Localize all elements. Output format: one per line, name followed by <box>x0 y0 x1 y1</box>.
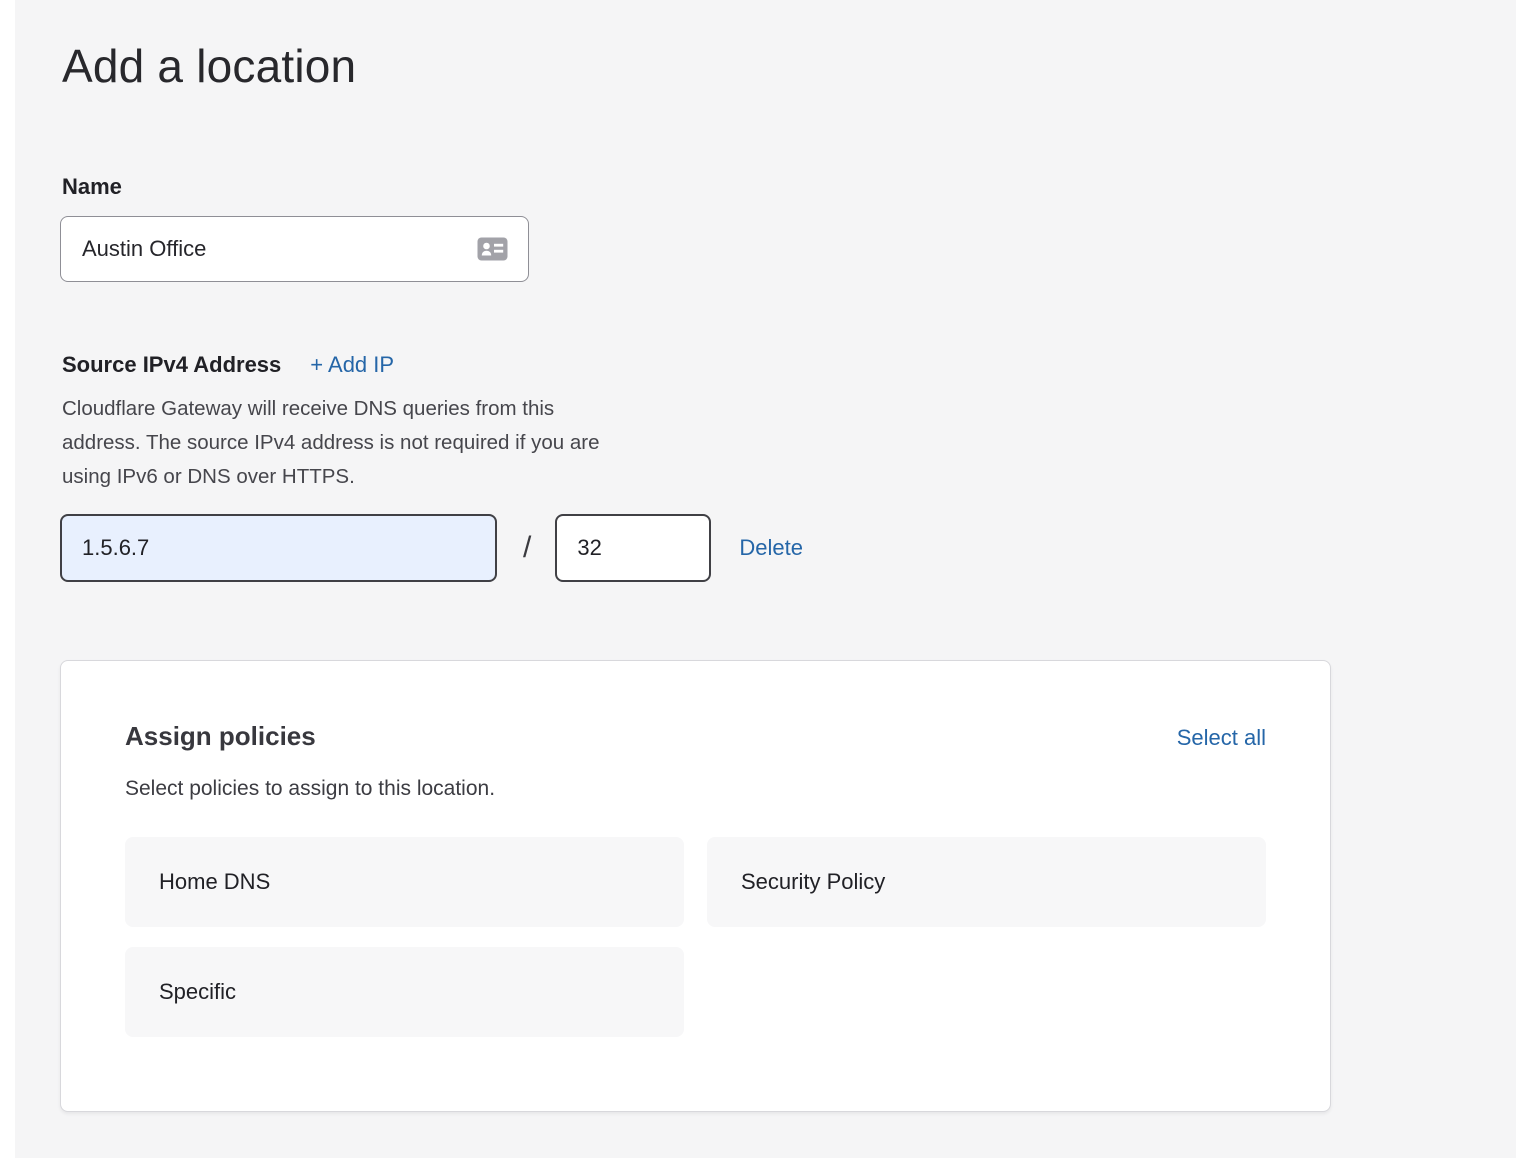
add-ip-link[interactable]: + Add IP <box>310 352 394 378</box>
select-all-link[interactable]: Select all <box>1177 725 1266 751</box>
delete-ip-link[interactable]: Delete <box>739 535 803 561</box>
ip-entry-row: / Delete <box>60 514 1516 582</box>
add-location-form: Add a location Name Source IPv4 Address … <box>0 0 1516 1112</box>
source-ip-description: Cloudflare Gateway will receive DNS quer… <box>62 392 637 494</box>
source-ip-section: Source IPv4 Address + Add IP Cloudflare … <box>60 352 1516 582</box>
assign-policies-subtext: Select policies to assign to this locati… <box>125 777 1266 801</box>
policy-option-specific[interactable]: Specific <box>125 947 684 1037</box>
page-title: Add a location <box>60 36 1516 96</box>
policy-option-security-policy[interactable]: Security Policy <box>707 837 1266 927</box>
cidr-prefix-input[interactable] <box>555 514 711 582</box>
source-ip-input[interactable] <box>60 514 497 582</box>
cidr-separator: / <box>523 531 531 565</box>
location-name-input[interactable] <box>82 236 465 262</box>
left-edge-strip <box>0 0 15 1158</box>
assign-policies-card: Assign policies Select all Select polici… <box>60 660 1331 1112</box>
assign-policies-heading: Assign policies <box>125 721 316 752</box>
contact-card-icon <box>477 237 508 261</box>
location-name-field[interactable] <box>60 216 529 282</box>
policy-option-home-dns[interactable]: Home DNS <box>125 837 684 927</box>
name-label: Name <box>60 174 1516 200</box>
source-ip-label: Source IPv4 Address <box>62 352 281 378</box>
policy-list: Home DNS Security Policy Specific <box>125 837 1266 1037</box>
